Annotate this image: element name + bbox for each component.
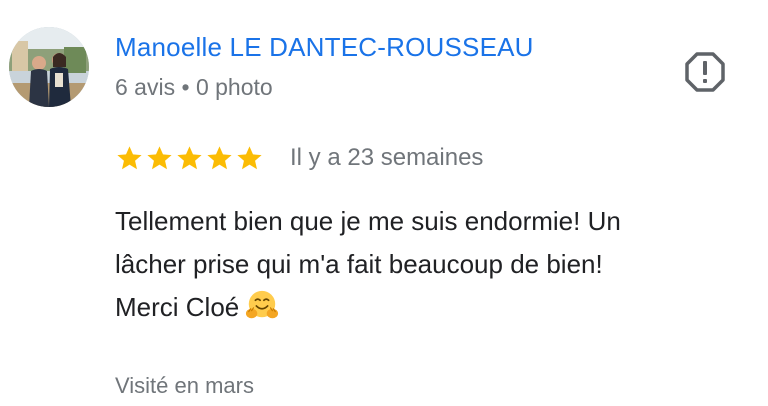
smiling-face-with-open-hands-emoji — [246, 290, 279, 319]
report-flag-icon — [685, 52, 725, 92]
reviews-count: 6 avis — [115, 74, 176, 100]
star-icon — [177, 145, 202, 169]
photos-count: 0 photo — [195, 74, 273, 100]
review-text-line-last: Merci Cloé — [115, 286, 745, 329]
reviewer-name[interactable]: Manoelle LE DANTEC-ROUSSEAU — [115, 30, 534, 64]
star-icon — [207, 145, 232, 169]
star-icon — [237, 145, 262, 169]
review-date: Il y a 23 semaines — [290, 144, 484, 171]
star-icon — [147, 145, 172, 169]
review-text-line: Merci Cloé — [115, 292, 240, 322]
meta-separator: • — [181, 74, 190, 100]
review-text-line: lâcher prise qui m'a fait beaucoup de bi… — [115, 249, 603, 279]
visit-info: Visité en mars — [115, 373, 254, 398]
avatar[interactable] — [9, 27, 89, 107]
review-card: Manoelle LE DANTEC-ROUSSEAU 6 avis • 0 p… — [0, 0, 768, 406]
avatar-photo — [9, 27, 89, 107]
report-button[interactable] — [684, 51, 726, 93]
star-icon — [117, 145, 142, 169]
review-text: Tellement bien que je me suis endormie! … — [115, 200, 745, 329]
reviewer-meta: 6 avis • 0 photo — [115, 72, 273, 102]
rating-row: Il y a 23 semaines — [115, 140, 483, 176]
review-text-line: Tellement bien que je me suis endormie! … — [115, 206, 621, 236]
star-rating — [115, 144, 264, 173]
